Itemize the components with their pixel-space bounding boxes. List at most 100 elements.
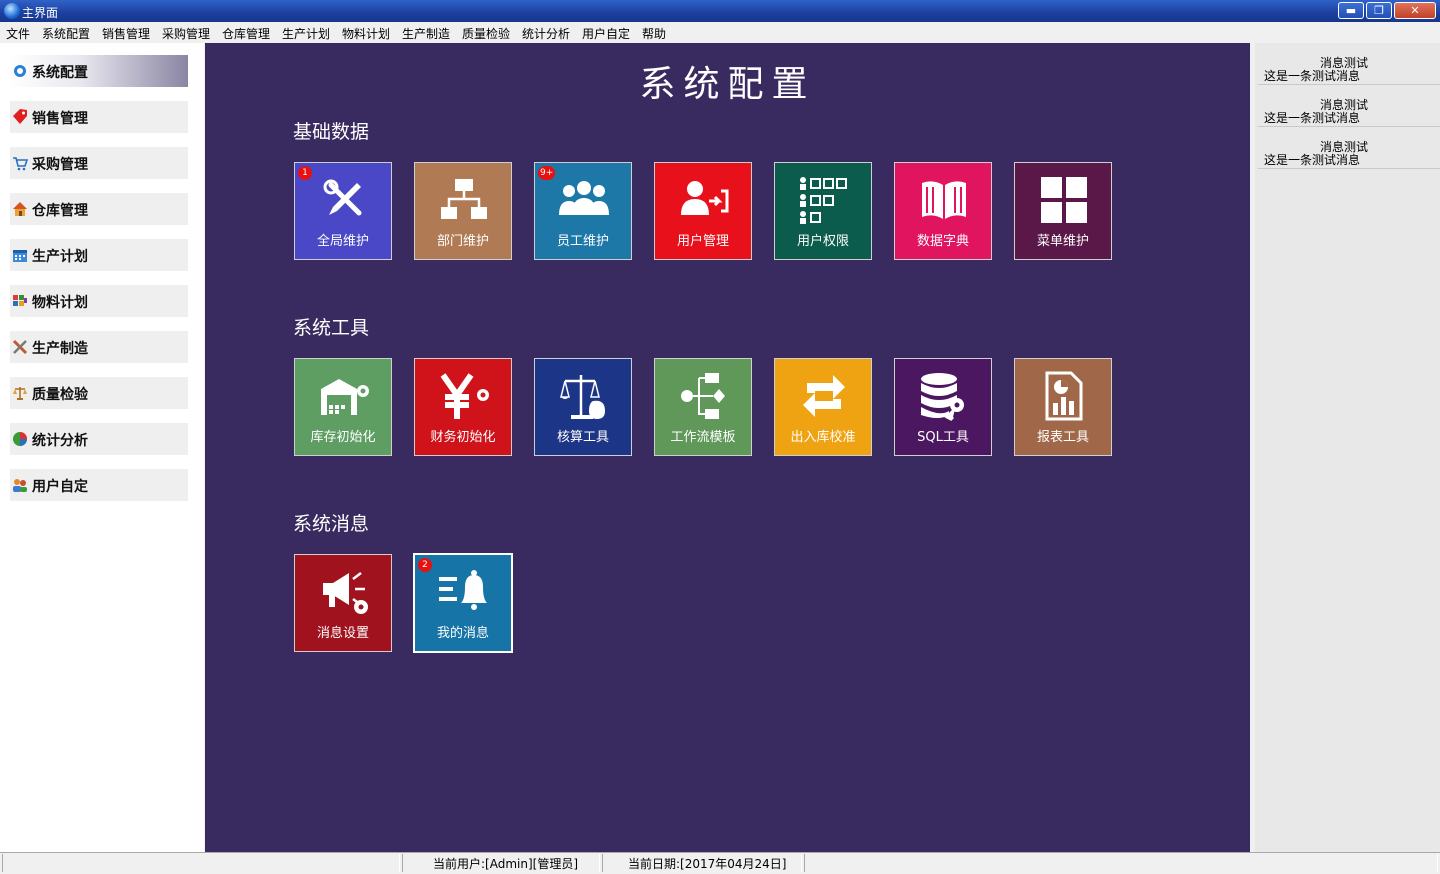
message-item[interactable]: 消息测试 这是一条测试消息 <box>1258 45 1440 85</box>
sidebar-item-user-defined[interactable]: 用户自定 <box>10 469 188 501</box>
megaphone-gear-icon <box>323 572 368 614</box>
sidebar-item-statistics[interactable]: 统计分析 <box>10 423 188 455</box>
current-user-text: 当前用户:[Admin][管理员] <box>433 857 579 871</box>
yen-gear-icon <box>440 373 489 419</box>
menu-system-config[interactable]: 系统配置 <box>42 25 90 42</box>
tile-label: 数据字典 <box>916 234 969 249</box>
menu-file[interactable]: 文件 <box>6 25 30 42</box>
sidebar-item-system-config[interactable]: 系统配置 <box>10 55 188 87</box>
sidebar-item-label: 销售管理 <box>32 111 88 127</box>
sidebar-item-label: 采购管理 <box>32 157 88 173</box>
menu-quality[interactable]: 质量检验 <box>462 25 510 42</box>
tile-label: 菜单维护 <box>1036 234 1089 249</box>
tile-my-messages[interactable]: 2 我的消息 <box>413 553 513 653</box>
message-item[interactable]: 消息测试 这是一条测试消息 <box>1258 87 1440 127</box>
people-icon <box>559 181 609 215</box>
menu-statistics[interactable]: 统计分析 <box>522 25 570 42</box>
notification-badge: 1 <box>298 166 312 180</box>
tile-label: 全局维护 <box>316 234 369 249</box>
database-key-icon <box>921 373 964 421</box>
menu-sales[interactable]: 销售管理 <box>102 25 150 42</box>
message-body: 这是一条测试消息 <box>1264 111 1361 125</box>
tile-global-maintenance[interactable]: 1 全局维护 <box>294 162 392 260</box>
refresh-icon <box>803 375 845 417</box>
tile-department-maintenance[interactable]: 部门维护 <box>414 162 512 260</box>
tile-report-tools[interactable]: 报表工具 <box>1014 358 1112 456</box>
sidebar-item-material-plan[interactable]: 物料计划 <box>10 285 188 317</box>
close-button[interactable]: ✕ <box>1394 2 1436 19</box>
sidebar-item-manufacturing[interactable]: 生产制造 <box>10 331 188 363</box>
sidebar-item-sales[interactable]: 销售管理 <box>10 101 188 133</box>
users-icon <box>13 479 27 492</box>
menu-user-defined[interactable]: 用户自定 <box>582 25 630 42</box>
tile-accounting-tools[interactable]: 核算工具 <box>534 358 632 456</box>
checklist-icon <box>800 177 847 224</box>
section-title-basic-data: 基础数据 <box>293 121 370 143</box>
notification-badge: 2 <box>418 558 432 572</box>
sidebar-item-purchase[interactable]: 采购管理 <box>10 147 188 179</box>
warehouse-gear-icon <box>321 379 369 415</box>
menu-purchase[interactable]: 采购管理 <box>162 25 210 42</box>
tile-label: 财务初始化 <box>430 430 496 445</box>
tile-label: 库存初始化 <box>310 430 376 445</box>
message-panel: 消息测试 这是一条测试消息 消息测试 这是一条测试消息 消息测试 这是一条测试消… <box>1255 43 1440 852</box>
minimize-button[interactable]: ▬ <box>1338 2 1364 19</box>
current-date-text: 当前日期:[2017年04月24日] <box>628 857 787 871</box>
maximize-button[interactable]: ❐ <box>1366 2 1392 19</box>
tile-user-permission[interactable]: 用户权限 <box>774 162 872 260</box>
tile-employee-maintenance[interactable]: 9+ 员工维护 <box>534 162 632 260</box>
tile-sql-tools[interactable]: SQL工具 <box>894 358 992 456</box>
house-icon <box>13 202 27 216</box>
tile-message-settings[interactable]: 消息设置 <box>294 554 392 652</box>
menu-help[interactable]: 帮助 <box>642 25 666 42</box>
sidebar-item-production-plan[interactable]: 生产计划 <box>10 239 188 271</box>
tile-label: 报表工具 <box>1036 430 1089 445</box>
tile-data-dictionary[interactable]: 数据字典 <box>894 162 992 260</box>
tile-label: 出入库校准 <box>790 430 856 445</box>
menu-production-plan[interactable]: 生产计划 <box>282 25 330 42</box>
tile-workflow-template[interactable]: 工作流模板 <box>654 358 752 456</box>
main-panel: 系统配置 基础数据 1 全局维护 部门维护 9+ 员工维护 用户管理 用户权限 … <box>205 43 1250 852</box>
sidebar-item-label: 质量检验 <box>32 387 88 403</box>
status-cell-spare <box>804 854 1438 872</box>
status-cell-date: 当前日期:[2017年04月24日] <box>602 854 802 872</box>
tile-inventory-init[interactable]: 库存初始化 <box>294 358 392 456</box>
sidebar-item-quality[interactable]: 质量检验 <box>10 377 188 409</box>
sidebar: 系统配置 销售管理 采购管理 仓库管理 生产计划 物料计划 生产制造 质量检验 … <box>0 43 204 852</box>
menu-bar: 文件 系统配置 销售管理 采购管理 仓库管理 生产计划 物料计划 生产制造 质量… <box>0 22 1440 43</box>
calendar-icon <box>13 250 27 262</box>
menu-warehouse[interactable]: 仓库管理 <box>222 25 270 42</box>
tile-label: 员工维护 <box>556 234 609 249</box>
org-chart-icon <box>441 179 487 219</box>
tile-label: SQL工具 <box>917 430 969 445</box>
status-bar: 当前用户:[Admin][管理员] 当前日期:[2017年04月24日] <box>0 852 1440 874</box>
tile-label: 工作流模板 <box>670 430 736 445</box>
tile-label: 用户管理 <box>676 234 729 249</box>
menu-material-plan[interactable]: 物料计划 <box>342 25 390 42</box>
close-icon: ✕ <box>1410 4 1420 17</box>
restore-icon: ❐ <box>1374 4 1384 17</box>
app-icon <box>4 3 20 19</box>
tile-label: 部门维护 <box>436 234 489 249</box>
tile-label: 消息设置 <box>316 626 369 641</box>
report-icon <box>1045 371 1083 421</box>
pie-chart-icon <box>13 432 27 446</box>
scale-icon <box>13 387 27 400</box>
sidebar-item-label: 仓库管理 <box>32 203 88 219</box>
sidebar-item-warehouse[interactable]: 仓库管理 <box>10 193 188 225</box>
tile-finance-init[interactable]: 财务初始化 <box>414 358 512 456</box>
tag-icon <box>13 109 27 124</box>
menu-manufacturing[interactable]: 生产制造 <box>402 25 450 42</box>
gear-icon <box>14 65 26 77</box>
grid-icon <box>1041 177 1087 223</box>
window-title: 主界面 <box>22 6 59 20</box>
message-body: 这是一条测试消息 <box>1264 153 1361 167</box>
tile-user-management[interactable]: 用户管理 <box>654 162 752 260</box>
tile-inout-calibration[interactable]: 出入库校准 <box>774 358 872 456</box>
cart-icon <box>13 157 28 171</box>
blocks-icon <box>13 295 27 306</box>
user-login-icon <box>681 181 729 215</box>
tile-menu-maintenance[interactable]: 菜单维护 <box>1014 162 1112 260</box>
sidebar-item-label: 物料计划 <box>32 295 88 311</box>
message-item[interactable]: 消息测试 这是一条测试消息 <box>1258 129 1440 169</box>
